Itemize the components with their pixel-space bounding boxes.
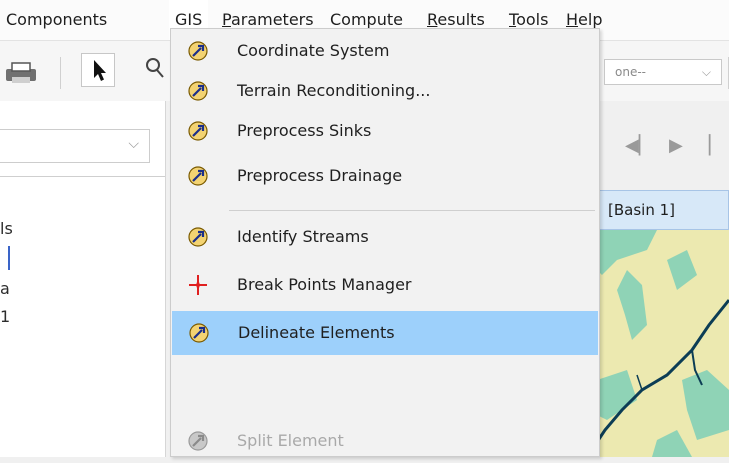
menu-item-preprocess-sinks[interactable]: Preprocess Sinks — [171, 109, 599, 153]
tree-connector — [8, 246, 10, 270]
tree-item-fragment[interactable]: 1 — [0, 307, 10, 326]
menu-item-delineate-elements[interactable]: Delineate Elements — [172, 311, 598, 355]
divider — [0, 176, 165, 177]
menu-item-terrain-reconditioning[interactable]: Terrain Reconditioning... — [171, 69, 599, 113]
play-icon[interactable]: ▶ — [669, 135, 683, 156]
break-point-icon — [187, 274, 209, 296]
menu-item-split-element: Split Element — [171, 419, 599, 463]
wrench-gis-icon — [187, 40, 209, 62]
menu-item-coordinate-system[interactable]: Coordinate System — [171, 29, 599, 73]
select-tool-button[interactable] — [81, 53, 115, 87]
printer-icon[interactable] — [4, 61, 38, 89]
menu-item-identify-streams[interactable]: Identify Streams — [171, 215, 599, 259]
menu-item-preprocess-drainage[interactable]: Preprocess Drainage — [171, 154, 599, 198]
run-selector-combo[interactable]: one-- ⌵ — [604, 59, 722, 85]
menu-components[interactable]: Components — [6, 0, 107, 40]
explorer-combo[interactable]: ⌵ — [0, 129, 150, 163]
wrench-gis-icon — [187, 120, 209, 142]
tree-item-fragment[interactable]: ls — [0, 219, 13, 238]
wrench-gis-icon — [187, 80, 209, 102]
wrench-gis-icon — [187, 430, 209, 452]
wrench-gis-icon — [187, 165, 209, 187]
step-forward-icon[interactable]: ▏ — [709, 135, 723, 156]
wrench-gis-icon — [188, 322, 210, 344]
menu-item-break-points-manager[interactable]: Break Points Manager — [171, 263, 599, 307]
tree-item-fragment[interactable]: a — [0, 279, 10, 298]
wrench-gis-icon — [187, 226, 209, 248]
basin-map[interactable] — [597, 230, 729, 457]
animation-controls: ◀▏ ▶ ▏ — [597, 117, 729, 173]
chevron-down-icon: ⌵ — [701, 65, 711, 79]
watershed-explorer-panel: ⌵ ls a 1 — [0, 101, 166, 457]
zoom-icon[interactable] — [145, 57, 165, 83]
menu-separator — [229, 210, 595, 211]
arrow-pointer-icon — [94, 60, 106, 81]
basin-map-graphic — [597, 230, 729, 457]
step-back-icon[interactable]: ◀▏ — [625, 135, 653, 156]
toolbar-separator — [60, 57, 61, 89]
map-tab-header[interactable]: [Basin 1] — [597, 190, 729, 230]
chevron-down-icon: ⌵ — [128, 136, 139, 152]
gis-menu-dropdown: Coordinate System Terrain Reconditioning… — [170, 28, 600, 457]
